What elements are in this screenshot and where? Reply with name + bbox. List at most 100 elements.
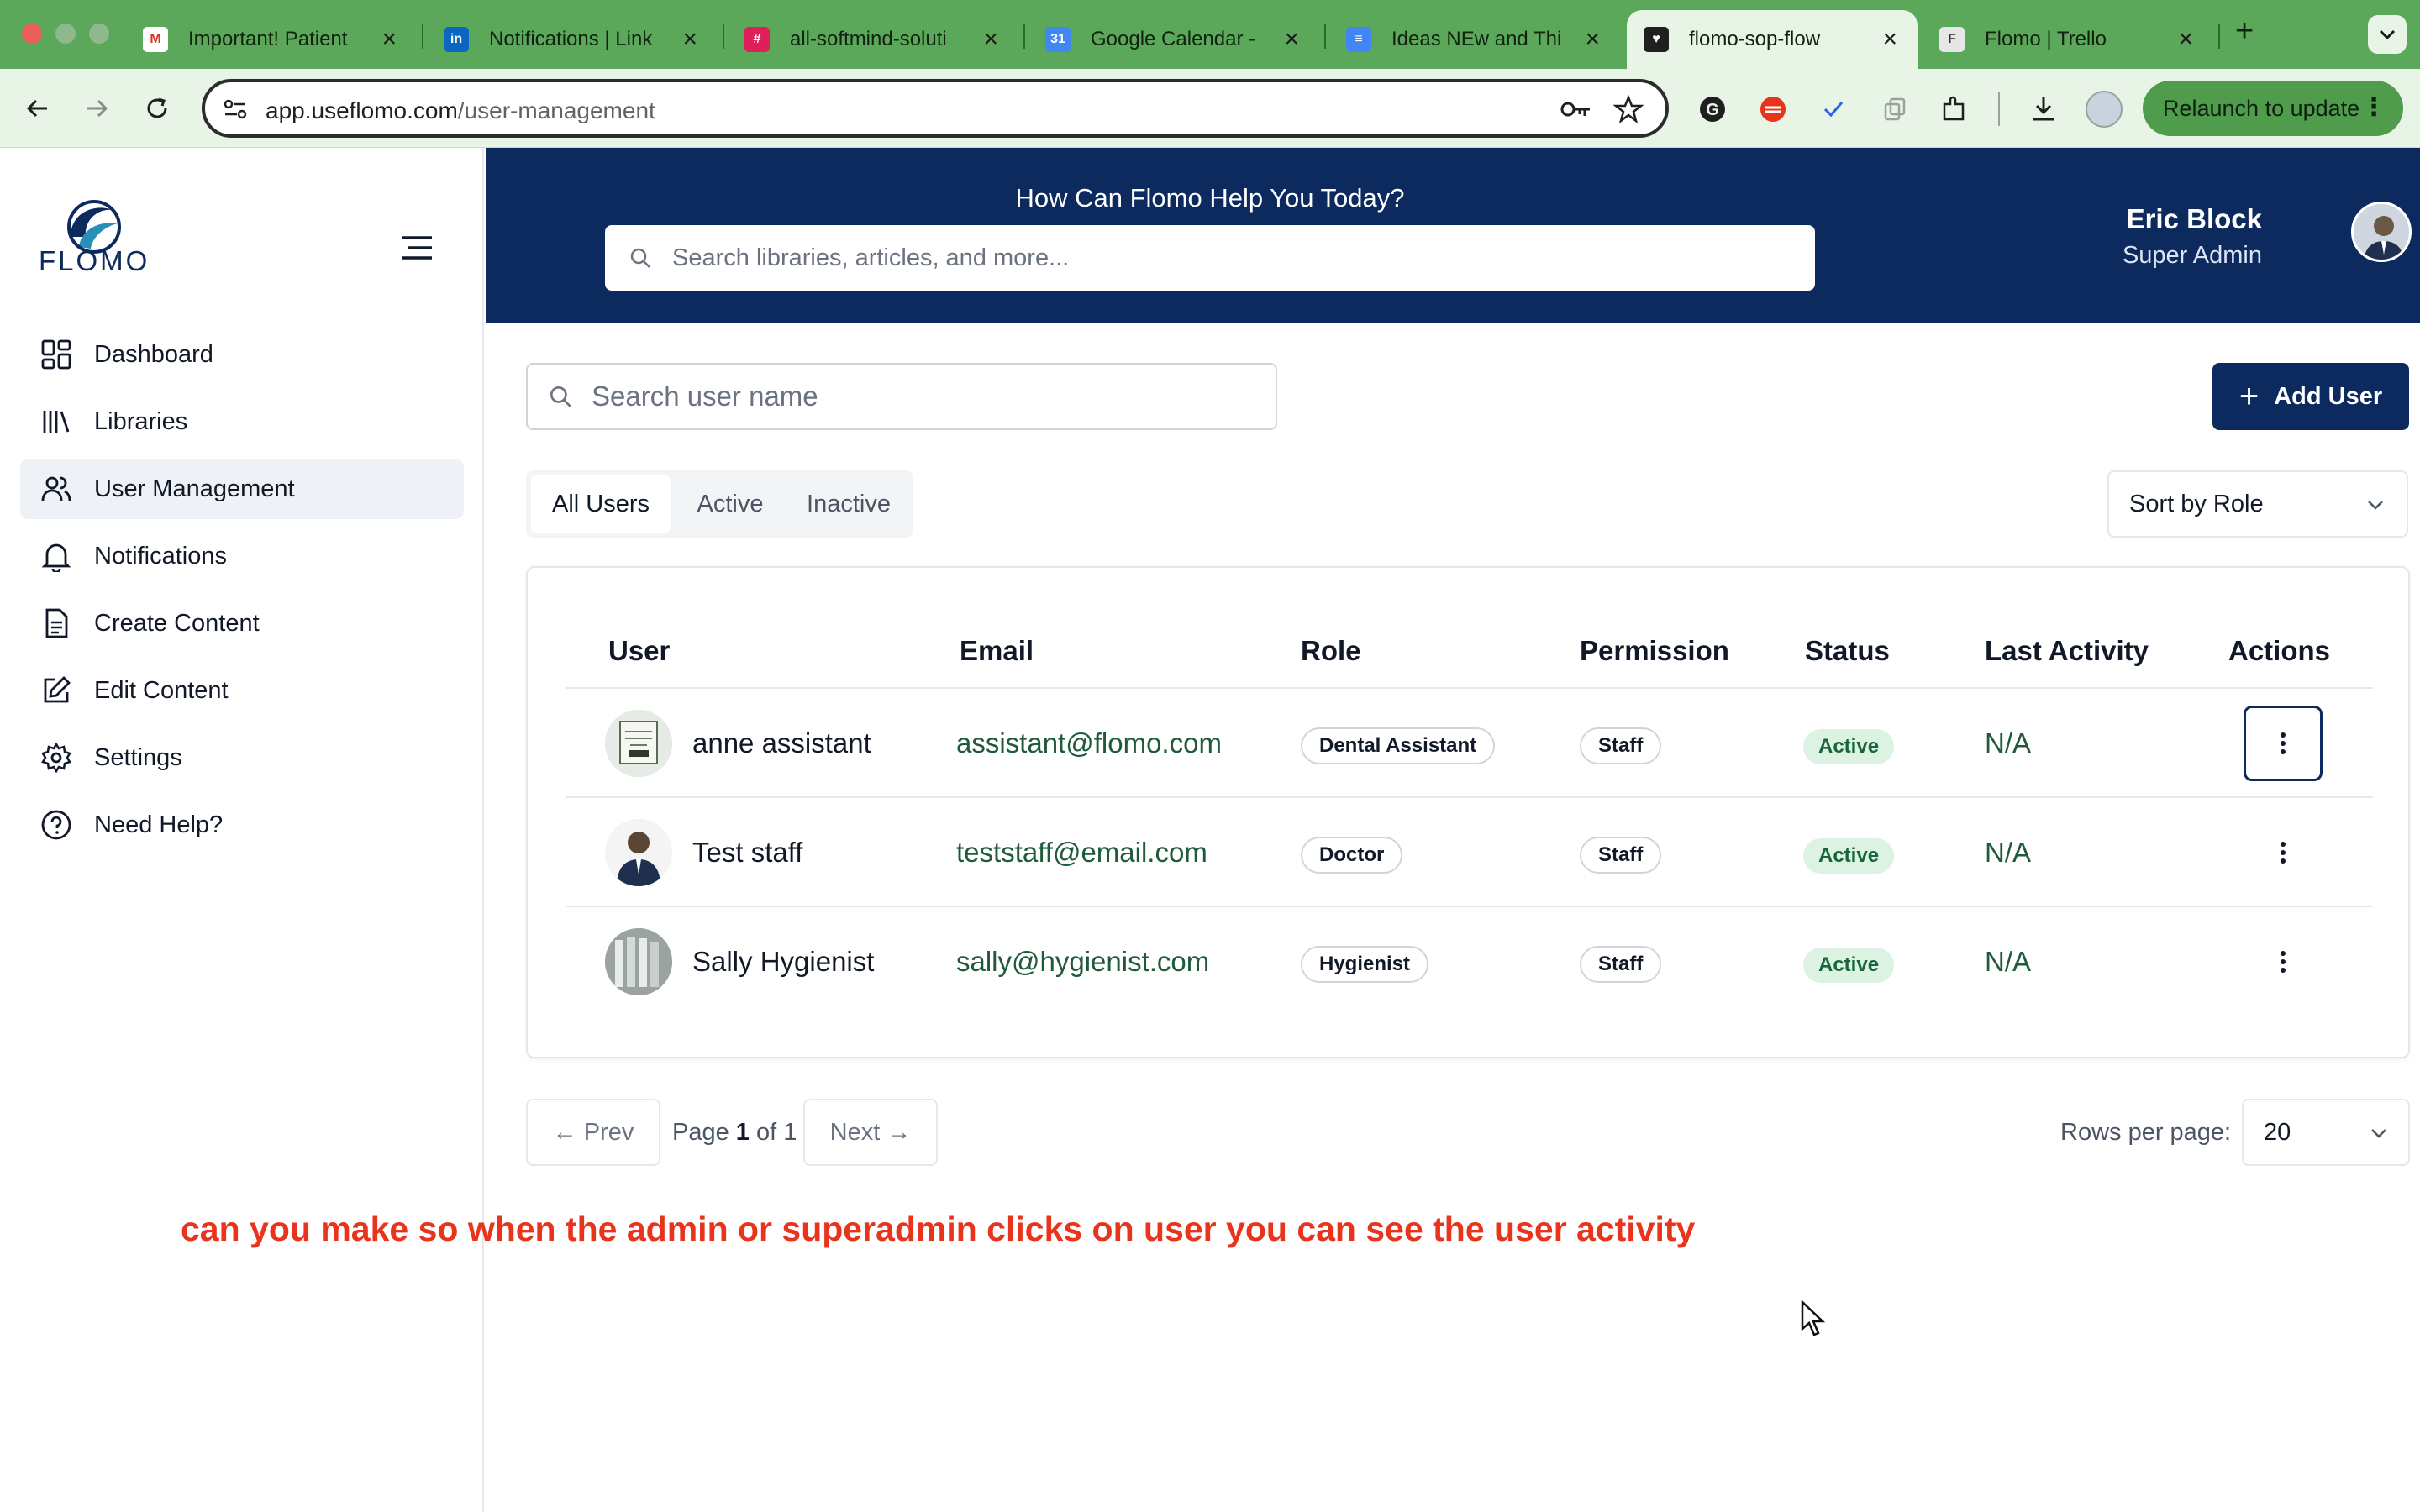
sidebar-item-notifications[interactable]: Notifications [20,526,464,586]
user-photo-icon [605,710,672,777]
sidebar-item-create-content[interactable]: Create Content [20,593,464,654]
avatar[interactable] [605,819,672,886]
user-name[interactable]: anne assistant [692,727,871,759]
prev-page-button[interactable]: ← Prev [526,1099,660,1166]
browser-tab[interactable]: 31 Google Calendar - × [1028,10,1319,69]
column-header-role[interactable]: Role [1301,635,1361,667]
avatar[interactable] [2351,202,2412,262]
window-minimize-button[interactable] [55,24,76,44]
sidebar-item-need-help[interactable]: Need Help? [20,795,464,855]
download-icon[interactable] [2028,94,2059,124]
close-tab-icon[interactable]: × [983,25,998,54]
column-header-status[interactable]: Status [1805,635,1890,667]
sidebar-item-dashboard[interactable]: Dashboard [20,324,464,385]
user-name[interactable]: Sally Hygienist [692,946,874,978]
new-tab-button[interactable]: + [2235,13,2254,50]
browser-tab[interactable]: # all-softmind-soluti × [728,10,1018,69]
browser-tab-active[interactable]: ♥ flomo-sop-flow × [1627,10,1918,69]
permission-badge: Staff [1580,946,1662,983]
row-actions-button[interactable] [2244,815,2323,890]
status-badge: Active [1803,729,1895,764]
current-user-role: Super Admin [2122,242,2262,269]
table-row[interactable]: anne assistant assistant@flomo.com Denta… [566,689,2373,798]
extension-red-icon[interactable] [1758,94,1788,124]
more-vertical-icon [2281,842,2286,864]
close-tab-icon[interactable]: × [1585,25,1600,54]
close-tab-icon[interactable]: × [381,25,397,54]
address-bar[interactable]: app.useflomo.com/user-management [202,79,1669,138]
menu-toggle-icon[interactable] [400,235,434,260]
browser-tab[interactable]: M Important! Patient × [126,10,417,69]
last-activity: N/A [1985,727,2032,759]
row-actions-button[interactable] [2244,924,2323,1000]
global-search-box[interactable] [605,225,1815,291]
extensions-puzzle-icon[interactable] [1939,94,1970,124]
window-zoom-button[interactable] [89,24,109,44]
grammarly-icon[interactable]: G [1697,94,1728,124]
sidebar-item-user-management[interactable]: User Management [20,459,464,519]
sort-dropdown[interactable]: Sort by Role [2107,470,2408,538]
sidebar-item-libraries[interactable]: Libraries [20,391,464,452]
tab-active[interactable]: Active [674,475,786,533]
chevron-down-icon [2371,1129,2386,1138]
bookmark-star-icon[interactable] [1613,94,1644,124]
browser-tab[interactable]: F Flomo | Trello × [1923,10,2213,69]
role-badge: Hygienist [1301,946,1429,983]
user-search-input[interactable] [592,381,1247,412]
annotation-text: can you make so when the admin or supera… [181,1210,1696,1248]
tab-inactive[interactable]: Inactive [790,475,908,533]
calendar-icon: 31 [1045,27,1071,52]
permission-badge: Staff [1580,837,1662,874]
plus-icon: + [2238,378,2260,415]
document-icon [45,608,68,638]
close-tab-icon[interactable]: × [2178,25,2193,54]
sidebar-item-settings[interactable]: Settings [20,727,464,788]
status-badge: Active [1803,838,1895,874]
rows-per-page-select[interactable]: 20 [2242,1099,2410,1166]
extension-check-icon[interactable] [1818,94,1849,124]
chevron-down-icon [2368,501,2383,510]
reload-button[interactable] [136,87,178,129]
column-header-user[interactable]: User [608,635,670,667]
docs-icon: ≡ [1346,27,1371,52]
row-actions-button[interactable] [2244,706,2323,781]
browser-tab[interactable]: ≡ Ideas NEw and Thi × [1329,10,1620,69]
mouse-cursor-icon [1801,1300,1825,1336]
close-tab-icon[interactable]: × [1284,25,1299,54]
gmail-icon: M [143,27,168,52]
column-header-last-activity[interactable]: Last Activity [1985,635,2149,667]
sidebar-item-edit-content[interactable]: Edit Content [20,660,464,721]
avatar[interactable] [605,928,672,995]
profile-avatar[interactable] [2086,91,2123,128]
user-name[interactable]: Test staff [692,837,802,869]
site-settings-icon[interactable] [222,97,249,121]
add-user-button[interactable]: + Add User [2212,363,2409,430]
column-header-permission[interactable]: Permission [1580,635,1729,667]
table-row[interactable]: Test staff teststaff@email.com Doctor St… [566,798,2373,907]
window-close-button[interactable] [22,24,42,44]
forward-button[interactable] [76,87,118,129]
column-header-email[interactable]: Email [960,635,1034,667]
avatar[interactable] [605,710,672,777]
table-row[interactable]: Sally Hygienist sally@hygienist.com Hygi… [566,907,2373,1016]
back-button[interactable] [17,87,59,129]
url-text: app.useflomo.com/user-management [266,97,655,123]
next-page-button[interactable]: Next → [803,1099,938,1166]
browser-tab[interactable]: in Notifications | Link × [427,10,718,69]
tab-search-button[interactable] [2368,15,2407,54]
user-photo-icon [2354,204,2409,260]
global-search-input[interactable] [672,244,1765,272]
more-vertical-icon[interactable]: ⋮ [2361,92,2386,122]
relaunch-button[interactable]: Relaunch to update ⋮ [2143,81,2403,136]
page-indicator: Page 1 of 1 [672,1119,797,1146]
help-heading: How Can Flomo Help You Today? [1015,183,1405,213]
user-search-box[interactable] [526,363,1277,430]
app-header: How Can Flomo Help You Today? Eric Block… [486,148,2420,323]
close-tab-icon[interactable]: × [1882,25,1897,54]
extension-copy-icon[interactable] [1879,94,1909,124]
tab-all-users[interactable]: All Users [531,475,671,533]
password-key-icon[interactable] [1560,97,1593,121]
browser-toolbar: app.useflomo.com/user-management G Relau… [0,69,2420,148]
users-table: User Email Role Permission Status Last A… [526,566,2410,1058]
close-tab-icon[interactable]: × [682,25,697,54]
